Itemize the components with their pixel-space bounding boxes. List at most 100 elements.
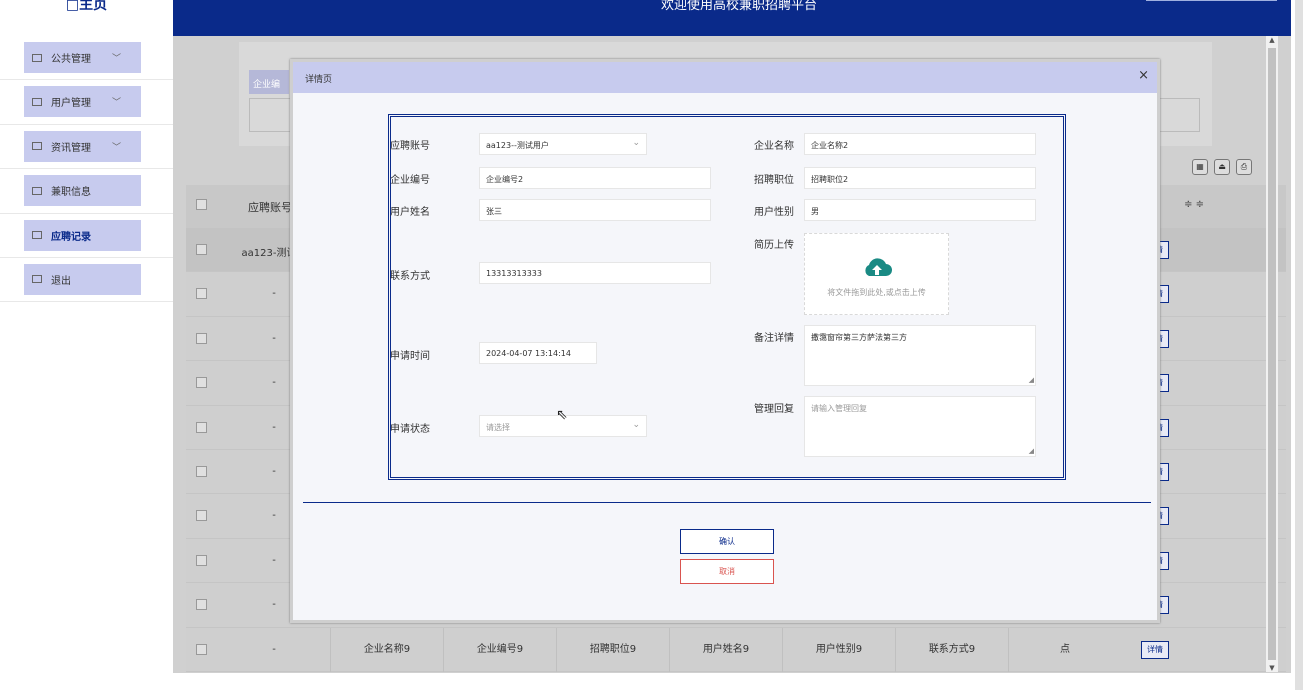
- position-field[interactable]: 招聘职位2: [804, 167, 1036, 189]
- print-icon[interactable]: ⎙: [1236, 159, 1252, 175]
- sidebar-button-jobs[interactable]: . 兼职信息: [24, 175, 141, 207]
- row-checkbox[interactable]: [196, 421, 207, 433]
- news-icon: .: [32, 142, 42, 151]
- reply-label: 管理回复: [754, 404, 794, 415]
- sidebar-item-label: 应聘记录: [51, 231, 91, 243]
- company-name-field[interactable]: 企业名称2: [804, 133, 1036, 155]
- page-scrollbar[interactable]: [1291, 0, 1305, 690]
- row-checkbox[interactable]: [196, 599, 207, 611]
- detail-button[interactable]: 详情: [1141, 640, 1169, 659]
- sidebar-item-label: 用户管理: [51, 98, 91, 110]
- remark-label: 备注详情: [754, 333, 794, 344]
- modal-title: 详情页: [305, 75, 333, 85]
- account-value: aa123--测试用户: [486, 141, 549, 150]
- export-icon[interactable]: ⏏: [1214, 159, 1230, 175]
- sidebar-button-applications[interactable]: . 应聘记录: [24, 219, 141, 251]
- contact-label: 联系方式: [390, 271, 430, 282]
- sidebar-item-public: . 公共管理 ﹀: [0, 36, 173, 81]
- user-icon: .: [32, 97, 42, 106]
- row-cells: 企业名称9 企业编号9 招聘职位9 用户姓名9 用户性别9 联系方式9 点: [330, 627, 1121, 672]
- resume-label: 简历上传: [754, 240, 794, 251]
- cell-company-no: 企业编号9: [443, 627, 556, 672]
- row-checkbox[interactable]: [196, 332, 207, 344]
- header-title: 欢迎使用高校兼职招聘平台: [660, 0, 817, 13]
- contact-field[interactable]: 13313313333: [479, 262, 711, 284]
- company-no-label: 企业编号: [390, 175, 430, 186]
- row-checkbox[interactable]: [196, 377, 207, 389]
- sidebar-item-logout: . 退出: [0, 258, 173, 303]
- header-bar: 欢迎使用高校兼职招聘平台: [173, 0, 1305, 36]
- select-all-checkbox[interactable]: [196, 199, 207, 210]
- divider: [303, 502, 1151, 503]
- row-checkbox[interactable]: [196, 554, 207, 566]
- sidebar-item-label: 资讯管理: [51, 142, 91, 154]
- resize-grip-icon[interactable]: ◢: [1029, 376, 1034, 384]
- grid-icon[interactable]: ▦: [1192, 159, 1208, 175]
- row-checkbox[interactable]: [196, 288, 207, 300]
- app-root: □主页 . 公共管理 ﹀ . 用户管理 ﹀ . 资讯管理: [0, 0, 1305, 690]
- chevron-down-icon: ⌄: [632, 138, 640, 148]
- cancel-button[interactable]: 取消: [680, 559, 774, 584]
- row-checkbox[interactable]: [196, 510, 207, 522]
- remark-textarea[interactable]: 撒霭窗帘第三方萨法第三方 ◢: [804, 325, 1036, 386]
- sidebar-item-label: 公共管理: [51, 54, 91, 65]
- cell-user-name: 用户姓名9: [669, 627, 782, 672]
- sidebar-button-logout[interactable]: . 退出: [24, 263, 141, 295]
- sidebar-item-jobs: . 兼职信息: [0, 169, 173, 214]
- sort-icon[interactable]: ≑ ≑: [1184, 199, 1204, 210]
- layers-icon: .: [32, 275, 42, 284]
- company-no-field[interactable]: 企业编号2: [479, 167, 711, 189]
- sidebar-button-users[interactable]: . 用户管理 ﹀: [24, 86, 141, 118]
- cell-gender: 用户性别9: [782, 627, 895, 672]
- briefcase-icon: .: [32, 186, 42, 195]
- row-checkbox[interactable]: [196, 643, 207, 655]
- user-name-label: 用户姓名: [390, 207, 430, 218]
- table-toolbar: ▦ ⏏ ⎙: [1192, 159, 1252, 175]
- detail-form: 应聘账号 aa123--测试用户 ⌄ 企业名称 企业名称2 企业编号 企业编号2…: [388, 114, 1066, 480]
- scroll-down-icon[interactable]: ▼: [1266, 664, 1278, 672]
- resize-grip-icon[interactable]: ◢: [1029, 447, 1034, 455]
- user-name-field[interactable]: 张三: [479, 199, 711, 221]
- chevron-down-icon: ﹀: [111, 54, 121, 64]
- status-label: 申请状态: [390, 424, 430, 435]
- inner-scrollbar[interactable]: ▲ ▼: [1266, 36, 1278, 672]
- row-checkbox[interactable]: [196, 244, 207, 255]
- row-account: -: [272, 643, 276, 655]
- bottom-band: [173, 673, 1291, 690]
- gender-field[interactable]: 男: [804, 199, 1036, 221]
- resume-upload[interactable]: 将文件拖到此处,或点击上传: [804, 233, 949, 315]
- home-logo[interactable]: □主页: [0, 0, 173, 14]
- cell-truncated: 点: [1008, 627, 1121, 672]
- apply-time-label: 申请时间: [390, 351, 430, 362]
- sidebar-button-public[interactable]: . 公共管理 ﹀: [24, 42, 141, 73]
- sidebar-item-applications: . 应聘记录: [0, 214, 173, 258]
- search-tab[interactable]: 企业编: [249, 70, 289, 94]
- account-select[interactable]: aa123--测试用户 ⌄: [479, 133, 647, 155]
- cloud-upload-icon: [865, 258, 892, 276]
- cell-contact: 联系方式9: [895, 627, 1008, 672]
- sidebar-item-label: 退出: [51, 275, 71, 287]
- company-name-label: 企业名称: [754, 141, 794, 152]
- reply-textarea[interactable]: 请输入管理回复 ◢: [804, 396, 1036, 457]
- row-checkbox[interactable]: [196, 465, 207, 477]
- position-label: 招聘职位: [754, 175, 794, 186]
- cell-company-name: 企业名称9: [330, 627, 443, 672]
- sidebar-nav: . 公共管理 ﹀ . 用户管理 ﹀ . 资讯管理 ﹀: [0, 36, 173, 303]
- scroll-thumb[interactable]: [1268, 48, 1276, 660]
- column-header-account[interactable]: 应聘账号: [248, 199, 292, 215]
- account-label: 应聘账号: [390, 141, 430, 152]
- apply-time-field[interactable]: 2024-04-07 13:14:14: [479, 342, 597, 364]
- sidebar: □主页 . 公共管理 ﹀ . 用户管理 ﹀ . 资讯管理: [0, 0, 173, 690]
- layers-icon: .: [32, 53, 42, 62]
- sidebar-item-users: . 用户管理 ﹀: [0, 80, 173, 125]
- chevron-down-icon: ⌄: [632, 420, 640, 430]
- header-user-box[interactable]: [1146, 0, 1277, 1]
- scroll-up-icon[interactable]: ▲: [1266, 36, 1278, 44]
- sidebar-button-news[interactable]: . 资讯管理 ﹀: [24, 130, 141, 162]
- remark-value: 撒霭窗帘第三方萨法第三方: [811, 333, 907, 342]
- confirm-button[interactable]: 确认: [680, 529, 774, 554]
- status-placeholder: 请选择: [486, 423, 510, 432]
- page-scroll-thumb[interactable]: [1295, 0, 1303, 690]
- close-icon[interactable]: ×: [1138, 68, 1149, 83]
- modal-header: 详情页 ×: [293, 62, 1157, 93]
